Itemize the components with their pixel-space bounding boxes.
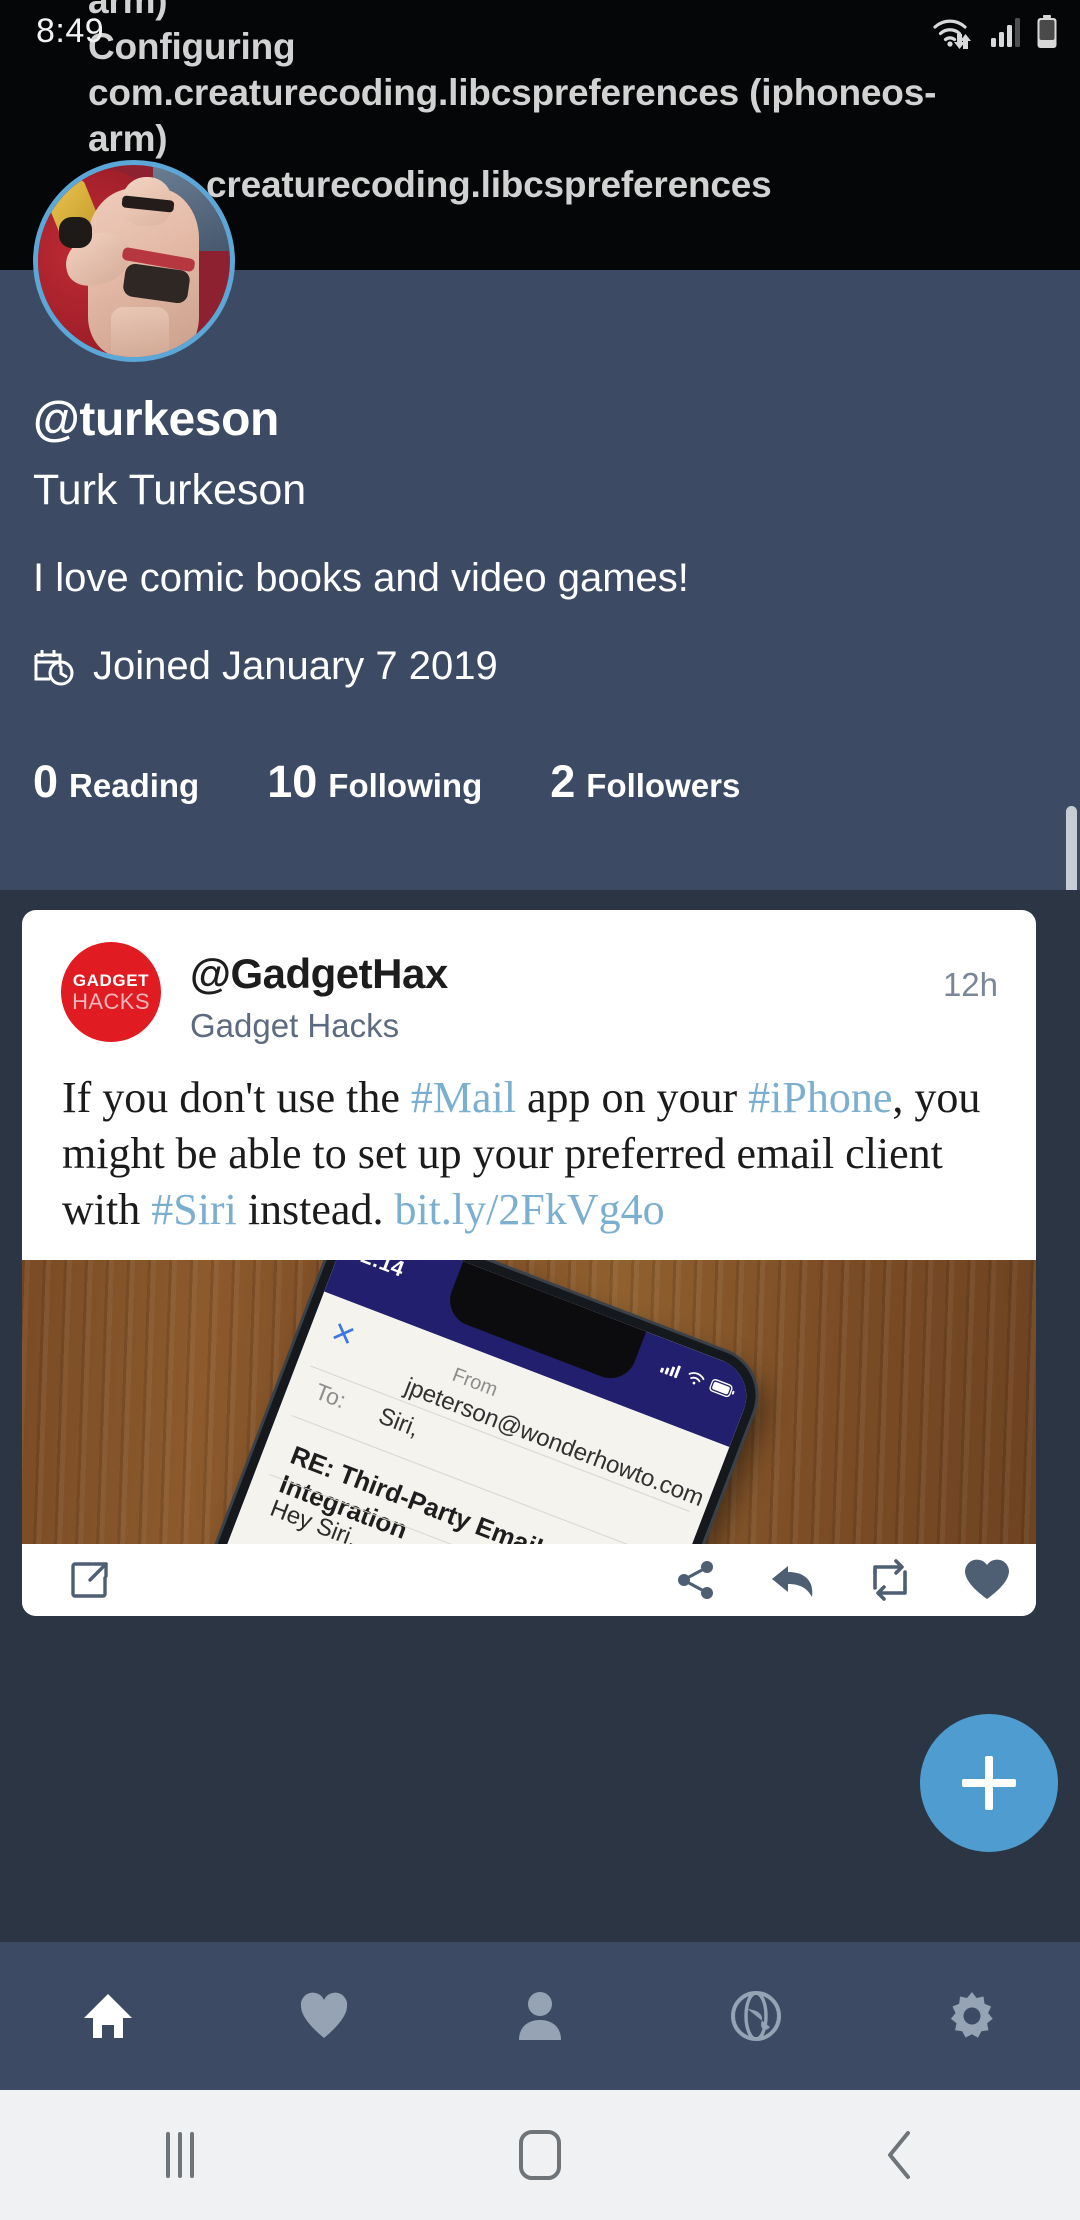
battery-icon: [1037, 15, 1057, 48]
wifi-transfer-icon: [933, 19, 971, 49]
post-card[interactable]: GADGET HACKS @GadgetHax Gadget Hacks 12h…: [22, 910, 1036, 1616]
heart-icon: [300, 1992, 348, 2038]
email-to-label: To:: [311, 1378, 350, 1414]
calendar-clock-icon: [34, 649, 74, 685]
iphone-mockup: 2:14 × From jpeterson@wonderhowto.com To…: [192, 1260, 769, 1544]
nav-federated[interactable]: [648, 1942, 864, 2090]
gadget-hacks-logo-line1: GADGET: [72, 970, 150, 990]
post-text-plain: instead.: [236, 1185, 395, 1234]
profile-display-name: Turk Turkeson: [33, 466, 307, 514]
stat-reading[interactable]: 0 Reading: [33, 756, 199, 808]
hashtag-mail[interactable]: #Mail: [411, 1073, 516, 1122]
stat-followers-count: 2: [550, 756, 576, 807]
hashtag-iphone[interactable]: #iPhone: [748, 1073, 892, 1122]
reply-icon[interactable]: [770, 1558, 816, 1602]
android-nav-bar: [0, 2090, 1080, 2220]
profile-stats: 0 Reading 10 Following 2 Followers: [33, 756, 808, 808]
post-link[interactable]: bit.ly/2FkVg4o: [394, 1185, 664, 1234]
status-bar-clock: 8:49: [36, 12, 105, 50]
post-media-image[interactable]: 2:14 × From jpeterson@wonderhowto.com To…: [22, 1260, 1036, 1544]
timeline: GADGET HACKS @GadgetHax Gadget Hacks 12h…: [0, 890, 1080, 1940]
post-action-bar: [22, 1544, 1036, 1616]
share-icon[interactable]: [674, 1558, 718, 1602]
person-icon: [519, 1992, 561, 2040]
post-body: If you don't use the #Mail app on your #…: [62, 1070, 982, 1238]
avatar-artwork: [38, 165, 230, 357]
profile-header: @turkeson Turk Turkeson I love comic boo…: [0, 160, 1080, 890]
boost-repeat-icon[interactable]: [868, 1558, 912, 1602]
iphone-close-icon[interactable]: ×: [325, 1311, 361, 1358]
stat-following-count: 10: [267, 756, 318, 807]
globe-icon: [731, 1991, 781, 2041]
bottom-nav: [0, 1940, 1080, 2090]
post-action-icons: [674, 1558, 1010, 1602]
profile-joined-row: Joined January 7 2019: [33, 644, 498, 689]
avatar[interactable]: [33, 160, 235, 362]
profile-bio: I love comic books and video games!: [33, 556, 689, 600]
post-author-avatar[interactable]: GADGET HACKS: [61, 942, 161, 1042]
open-external-icon[interactable]: [68, 1558, 112, 1602]
stat-following-label: Following: [328, 767, 483, 804]
hashtag-siri[interactable]: #Siri: [151, 1185, 237, 1234]
post-author-name: Gadget Hacks: [190, 1007, 400, 1044]
compose-fab[interactable]: [920, 1714, 1058, 1852]
heart-icon[interactable]: [964, 1558, 1010, 1602]
notification-line: Configuring: [88, 26, 296, 67]
profile-username: @turkeson: [33, 393, 279, 446]
profile-joined-text: Joined January 7 2019: [93, 644, 498, 688]
back-chevron-icon: [888, 2131, 910, 2179]
android-recents[interactable]: [0, 2132, 360, 2178]
android-home[interactable]: [360, 2130, 720, 2180]
notification-line: arm): [88, 118, 168, 159]
post-handle[interactable]: @GadgetHax: [190, 950, 448, 998]
nav-profile[interactable]: [432, 1942, 648, 2090]
nav-favourites[interactable]: [216, 1942, 432, 2090]
post-text-plain: app on your: [515, 1073, 749, 1122]
nav-home[interactable]: [0, 1942, 216, 2090]
post-text-plain: If you don't use the: [62, 1073, 411, 1122]
stat-reading-label: Reading: [69, 767, 200, 804]
iphone-screen: 2:14 × From jpeterson@wonderhowto.com To…: [201, 1260, 758, 1544]
recents-icon: [166, 2132, 194, 2178]
stat-followers-label: Followers: [586, 767, 741, 804]
post-timestamp: 12h: [942, 966, 998, 1003]
gadget-hacks-logo-line2: HACKS: [72, 988, 150, 1014]
stat-following[interactable]: 10 Following: [267, 756, 482, 808]
nav-settings[interactable]: [864, 1942, 1080, 2090]
home-square-icon: [519, 2130, 561, 2180]
plus-icon: [962, 1756, 1016, 1810]
stat-reading-count: 0: [33, 756, 59, 807]
android-back[interactable]: [720, 2129, 1080, 2181]
stat-followers[interactable]: 2 Followers: [550, 756, 740, 808]
cell-signal-icon: [991, 18, 1020, 47]
notification-line: com.creaturecoding.libcspreferences (iph…: [88, 72, 937, 113]
home-icon: [84, 1994, 132, 2038]
notification-line: arm): [88, 0, 168, 21]
email-to-value: Siri,: [374, 1402, 424, 1443]
status-bar-icons: [932, 14, 1058, 50]
gear-icon: [950, 1992, 993, 2038]
post-header: GADGET HACKS @GadgetHax Gadget Hacks 12h: [22, 910, 1036, 1056]
